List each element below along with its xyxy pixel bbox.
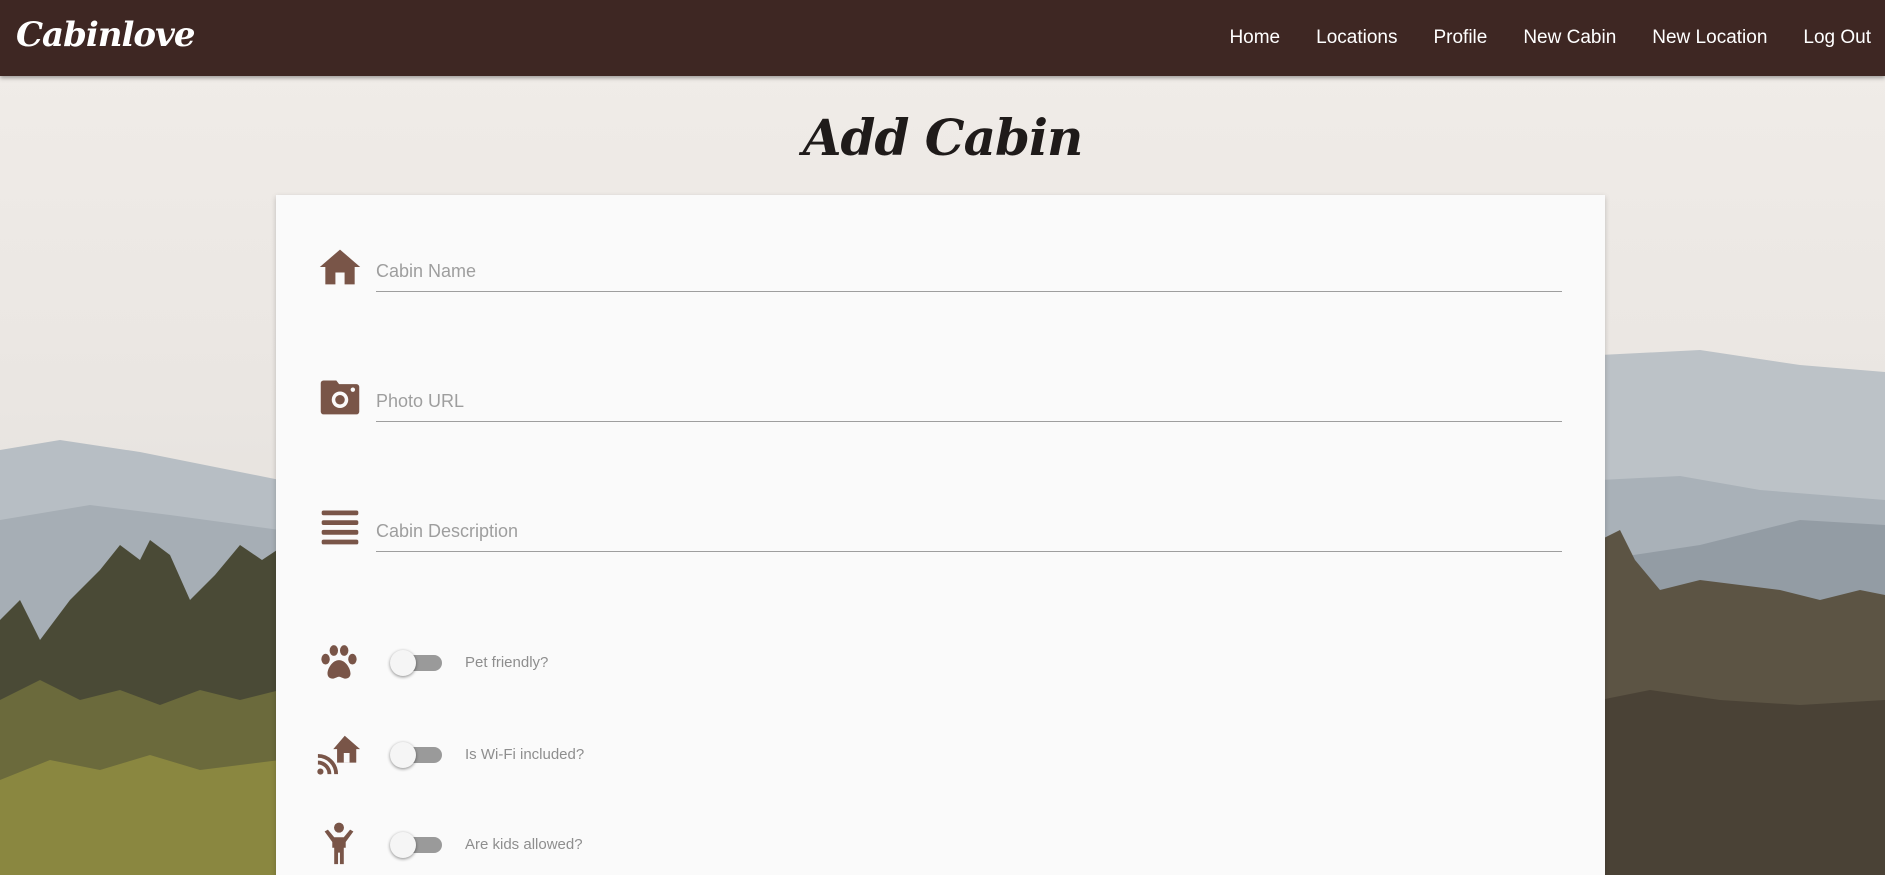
- toggle-knob: [390, 742, 416, 768]
- nav-new-location[interactable]: New Location: [1634, 0, 1785, 76]
- wifi-row: Is Wi-Fi included?: [276, 730, 976, 778]
- photo-url-field: [276, 375, 1605, 435]
- page-title: Add Cabin: [802, 108, 1084, 167]
- photo-url-input[interactable]: [376, 381, 1562, 422]
- pet-friendly-toggle[interactable]: [390, 650, 442, 676]
- camera-icon: [320, 380, 360, 415]
- child-icon: [324, 822, 354, 865]
- lines-icon: [321, 510, 359, 545]
- add-cabin-form-card: Pet friendly? Is Wi-Fi included? Are kid…: [276, 195, 1605, 875]
- cabin-name-input[interactable]: [376, 251, 1562, 292]
- brand-logo[interactable]: Cabinlove: [16, 10, 195, 60]
- paw-icon: [321, 645, 357, 679]
- toggle-knob: [390, 832, 416, 858]
- nav-home[interactable]: Home: [1211, 0, 1298, 76]
- wifi-toggle[interactable]: [390, 742, 442, 768]
- cabin-description-input[interactable]: [376, 511, 1562, 552]
- nav-profile[interactable]: Profile: [1415, 0, 1505, 76]
- cabin-name-field: [276, 245, 1605, 305]
- top-navbar: Cabinlove Home Locations Profile New Cab…: [0, 0, 1885, 76]
- wifi-house-icon: [317, 735, 361, 775]
- pet-friendly-label: Pet friendly?: [465, 654, 549, 671]
- nav-locations[interactable]: Locations: [1298, 0, 1415, 76]
- pet-friendly-row: Pet friendly?: [276, 640, 976, 688]
- nav-links: Home Locations Profile New Cabin New Loc…: [1211, 0, 1885, 76]
- wifi-label: Is Wi-Fi included?: [465, 746, 585, 763]
- kids-row: Are kids allowed?: [276, 820, 976, 868]
- nav-log-out[interactable]: Log Out: [1785, 0, 1885, 76]
- nav-new-cabin[interactable]: New Cabin: [1505, 0, 1634, 76]
- house-icon: [319, 249, 361, 285]
- toggle-knob: [390, 650, 416, 676]
- cabin-description-field: [276, 505, 1605, 565]
- kids-toggle[interactable]: [390, 832, 442, 858]
- kids-label: Are kids allowed?: [465, 836, 583, 853]
